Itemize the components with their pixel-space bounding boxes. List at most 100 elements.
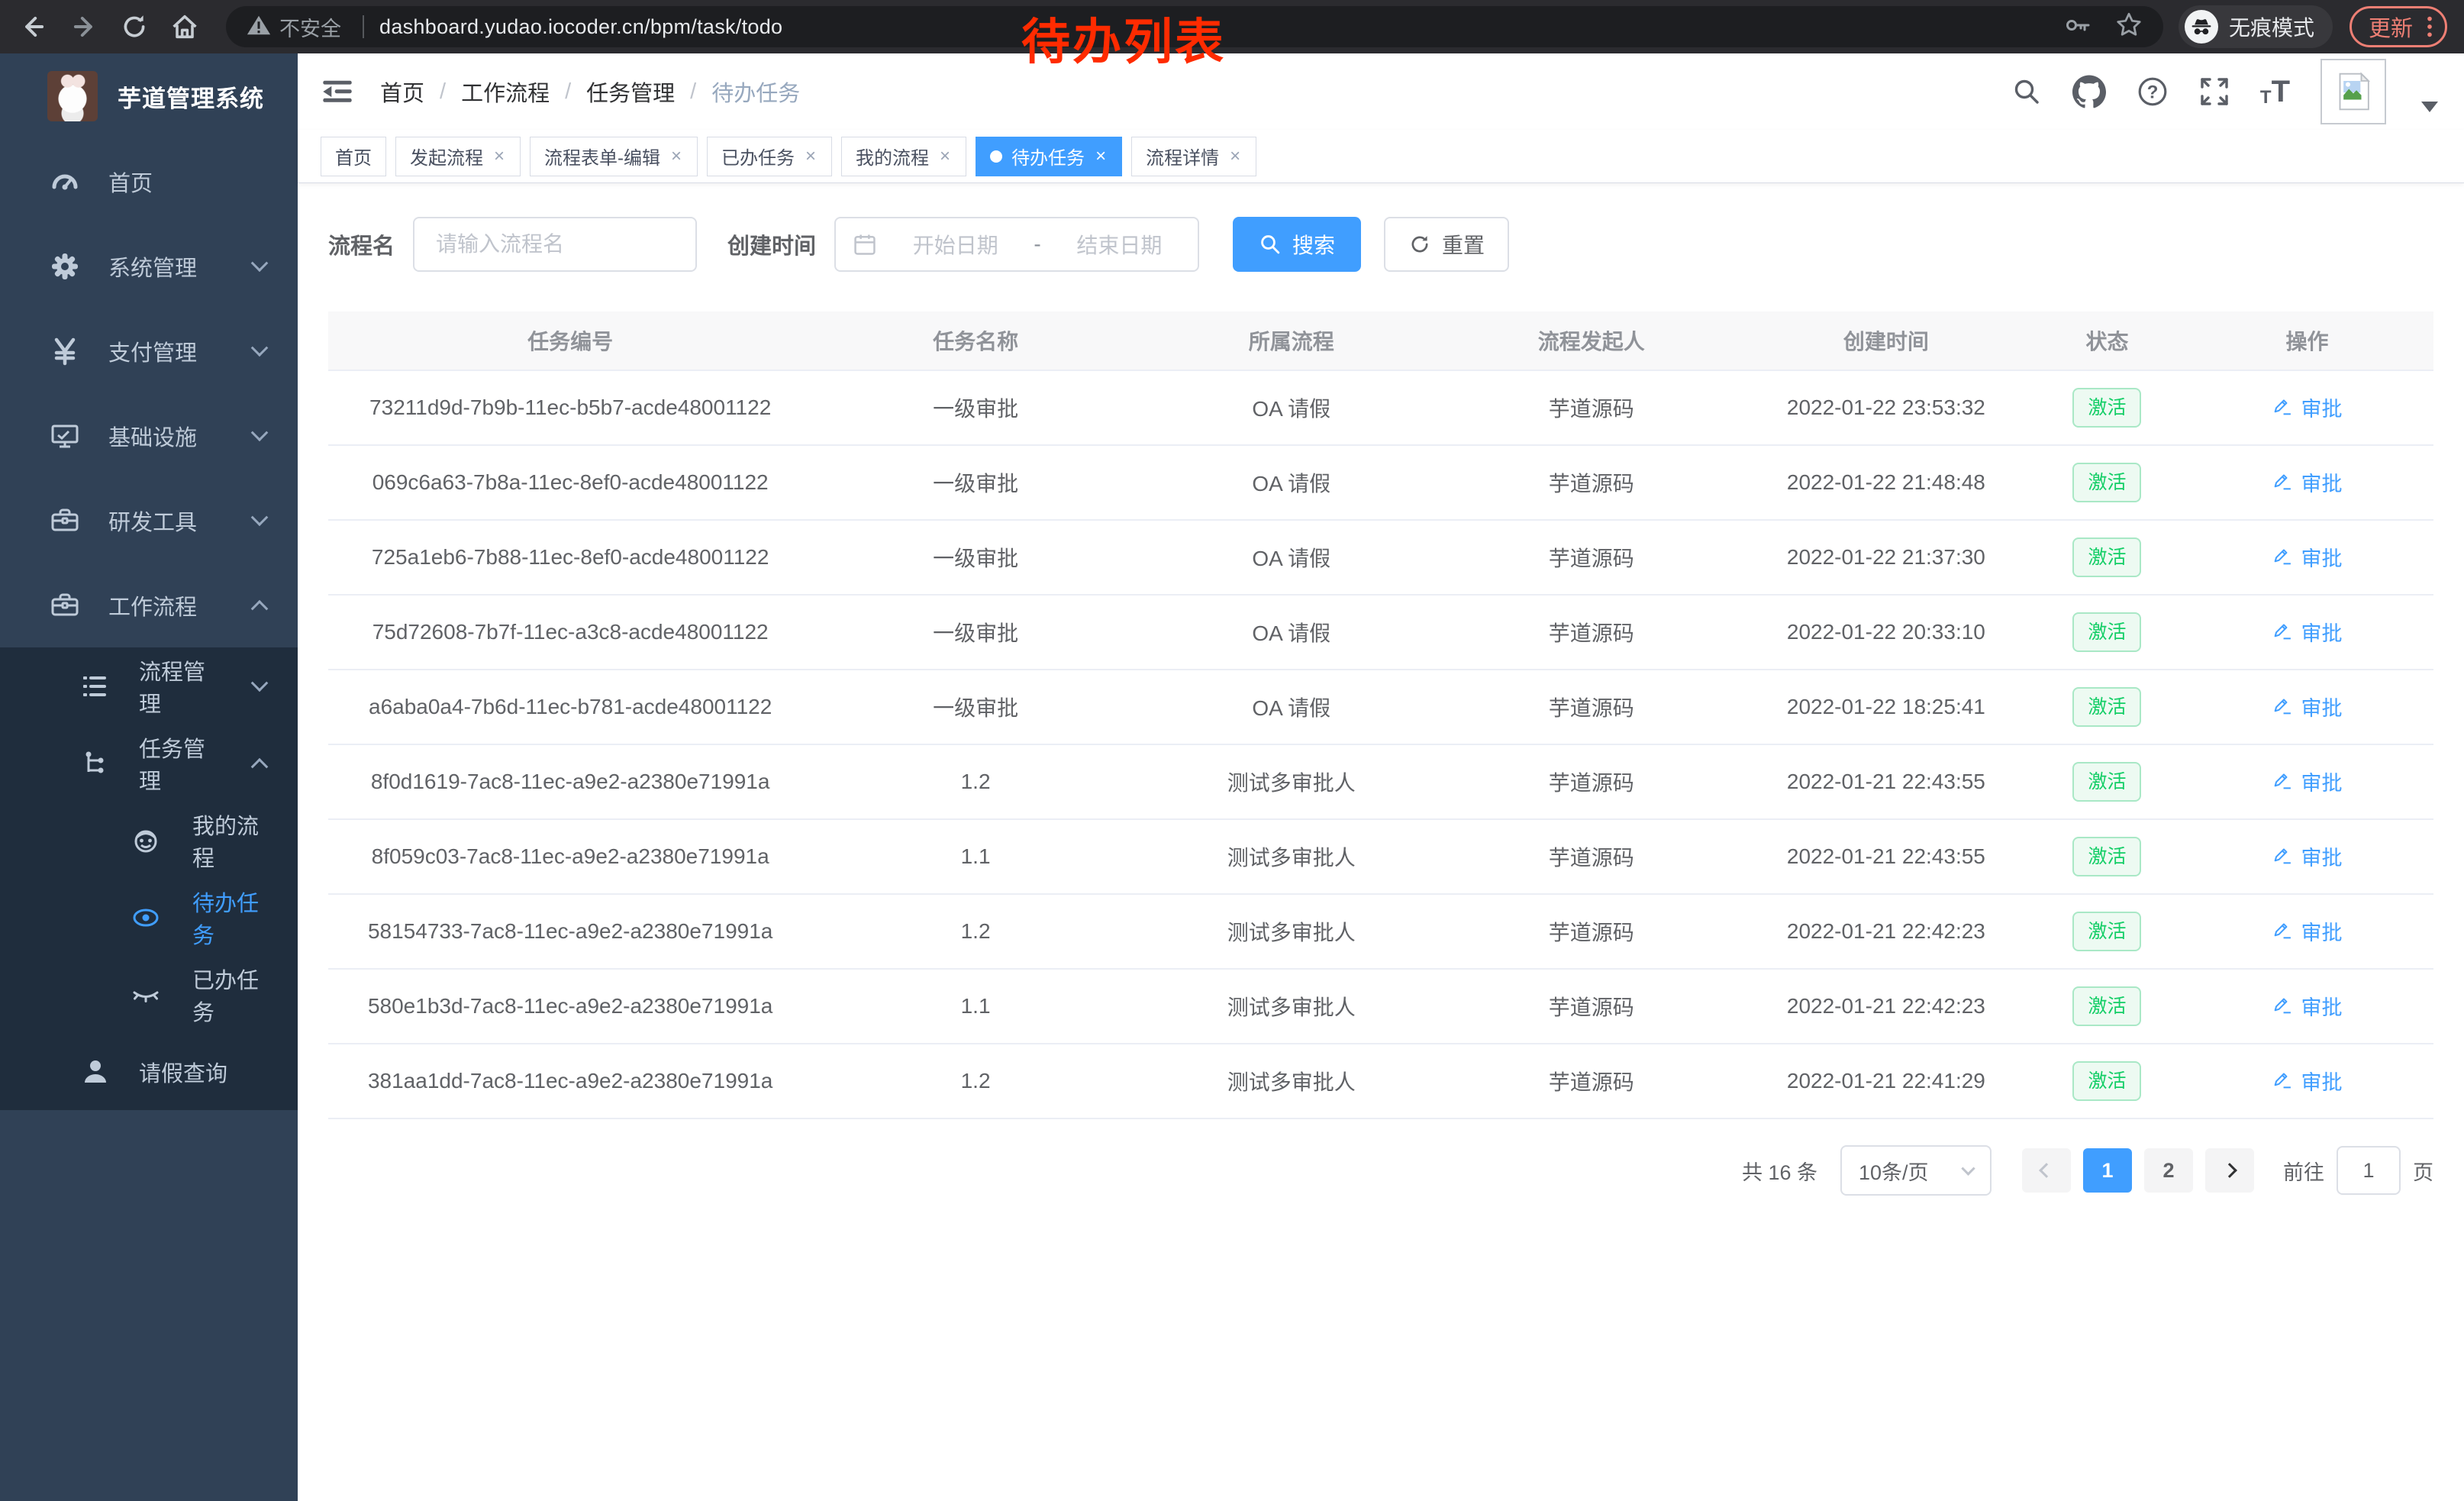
approve-link[interactable]: 审批	[2272, 467, 2342, 497]
page-button-2[interactable]: 2	[2144, 1148, 2193, 1193]
breadcrumb-item[interactable]: 首页	[380, 76, 424, 108]
font-size-icon[interactable]	[2260, 76, 2290, 107]
url-divider	[363, 15, 364, 38]
create-time-cell: 2022-01-21 22:43:55	[1739, 844, 2033, 869]
sidebar-item[interactable]: 首页	[0, 139, 298, 224]
sidebar-subitem-label: 我的流程	[192, 809, 266, 873]
date-range-picker[interactable]: 开始日期 - 结束日期	[834, 217, 1199, 272]
tab-close-icon[interactable]: ×	[669, 146, 683, 167]
security-label[interactable]: 不安全	[279, 12, 341, 42]
sidebar-logo[interactable]: 芋道管理系统	[0, 53, 298, 139]
next-page-button[interactable]	[2205, 1148, 2254, 1193]
url-text[interactable]: dashboard.yudao.iocoder.cn/bpm/task/todo	[379, 15, 782, 39]
hamburger-icon[interactable]	[321, 75, 354, 108]
approve-link-label: 审批	[2301, 1066, 2342, 1096]
approve-link[interactable]: 审批	[2272, 991, 2342, 1021]
incognito-label: 无痕模式	[2229, 11, 2314, 42]
tag-tab[interactable]: 待办任务 ×	[976, 137, 1122, 176]
start-date-placeholder[interactable]: 开始日期	[894, 229, 1017, 260]
search-icon	[1259, 233, 1282, 256]
avatar[interactable]	[2320, 59, 2386, 124]
edit-pencil-icon	[2272, 621, 2293, 642]
breadcrumb-item[interactable]: 工作流程	[461, 76, 550, 108]
breadcrumb-item-current: 待办任务	[711, 76, 800, 108]
github-icon[interactable]	[2072, 75, 2106, 108]
sidebar-subitem[interactable]: 已办任务	[0, 956, 298, 1033]
status-badge: 激活	[2072, 912, 2141, 951]
help-icon[interactable]: ?	[2137, 76, 2169, 108]
tab-close-icon[interactable]: ×	[938, 146, 952, 167]
tag-tab[interactable]: 我的流程 ×	[841, 137, 966, 176]
search-icon[interactable]	[2011, 76, 2042, 107]
table-row: 580e1b3d-7ac8-11ec-a9e2-a2380e71991a 1.1…	[328, 970, 2433, 1044]
approve-link[interactable]: 审批	[2272, 767, 2342, 796]
sidebar-subitem[interactable]: 流程管理	[0, 647, 298, 725]
prev-page-button[interactable]	[2022, 1148, 2071, 1193]
tag-tab[interactable]: 首页	[321, 137, 386, 176]
sidebar-item[interactable]: 系统管理	[0, 224, 298, 308]
goto-page-input[interactable]	[2337, 1146, 2401, 1195]
incognito-icon	[2185, 10, 2218, 44]
reload-icon[interactable]	[118, 10, 151, 44]
edit-pencil-icon	[2272, 845, 2293, 867]
sidebar-item[interactable]: 支付管理	[0, 308, 298, 393]
tag-tab[interactable]: 流程表单-编辑 ×	[530, 137, 698, 176]
tag-tab-label: 我的流程	[856, 143, 929, 169]
forward-icon[interactable]	[67, 10, 101, 44]
tab-close-icon[interactable]: ×	[492, 146, 506, 167]
approve-link[interactable]: 审批	[2272, 841, 2342, 871]
sidebar-submenu: 流程管理 任务管理 我的流程 待办任务	[0, 647, 298, 1110]
breadcrumb-item[interactable]: 任务管理	[586, 76, 675, 108]
page-size-select[interactable]: 10条/页	[1840, 1145, 1992, 1196]
update-button[interactable]: 更新	[2350, 6, 2447, 47]
end-date-placeholder[interactable]: 结束日期	[1058, 229, 1181, 260]
approve-link[interactable]: 审批	[2272, 617, 2342, 647]
sidebar-item[interactable]: 工作流程	[0, 563, 298, 647]
chevron-icon	[251, 254, 269, 272]
status-badge: 激活	[2072, 463, 2141, 502]
sidebar-subitem-label: 流程管理	[139, 654, 226, 718]
search-button[interactable]: 搜索	[1233, 217, 1361, 272]
sidebar-subitem[interactable]: 我的流程	[0, 802, 298, 879]
fullscreen-icon[interactable]	[2199, 76, 2230, 107]
edit-pencil-icon	[2272, 396, 2293, 418]
dashboard-icon	[49, 166, 81, 198]
task-id-cell: 8f059c03-7ac8-11ec-a9e2-a2380e71991a	[328, 844, 812, 869]
page-button-1[interactable]: 1	[2083, 1148, 2132, 1193]
tab-close-icon[interactable]: ×	[1228, 146, 1242, 167]
approve-link[interactable]: 审批	[2272, 692, 2342, 721]
tag-tab[interactable]: 流程详情 ×	[1131, 137, 1256, 176]
process-name-input[interactable]	[413, 217, 697, 272]
chevron-icon	[251, 424, 269, 441]
reset-button[interactable]: 重置	[1384, 217, 1509, 272]
approve-link[interactable]: 审批	[2272, 916, 2342, 946]
caret-down-icon[interactable]	[2421, 102, 2438, 112]
approve-link[interactable]: 审批	[2272, 392, 2342, 422]
process-cell: 测试多审批人	[1139, 991, 1444, 1022]
tab-close-icon[interactable]: ×	[804, 146, 818, 167]
yen-icon	[49, 335, 81, 367]
sidebar-subitem[interactable]: 任务管理	[0, 725, 298, 802]
tab-close-icon[interactable]: ×	[1094, 146, 1108, 167]
sidebar-subitem[interactable]: 请假查询	[0, 1033, 298, 1110]
sidebar-item-label: 基础设施	[108, 420, 197, 452]
tag-tab[interactable]: 发起流程 ×	[395, 137, 521, 176]
sidebar-item[interactable]: 研发工具	[0, 478, 298, 563]
task-name-cell: 1.1	[812, 844, 1138, 869]
approve-link-label: 审批	[2301, 467, 2342, 497]
home-icon[interactable]	[168, 10, 202, 44]
eye-closed-icon	[130, 979, 162, 1011]
tag-tab[interactable]: 已办任务 ×	[707, 137, 832, 176]
task-name-cell: 一级审批	[812, 467, 1138, 498]
approve-link[interactable]: 审批	[2272, 1066, 2342, 1096]
warning-icon	[246, 12, 272, 42]
key-icon[interactable]	[2064, 11, 2091, 43]
sidebar-item[interactable]: 基础设施	[0, 393, 298, 478]
task-id-cell: 73211d9d-7b9b-11ec-b5b7-acde48001122	[328, 395, 812, 420]
approve-link[interactable]: 审批	[2272, 542, 2342, 572]
tag-tab-label: 流程表单-编辑	[544, 143, 660, 169]
star-icon[interactable]	[2114, 11, 2143, 44]
sidebar-subitem[interactable]: 待办任务	[0, 879, 298, 956]
back-icon[interactable]	[17, 10, 50, 44]
date-range-separator: -	[1034, 232, 1040, 257]
